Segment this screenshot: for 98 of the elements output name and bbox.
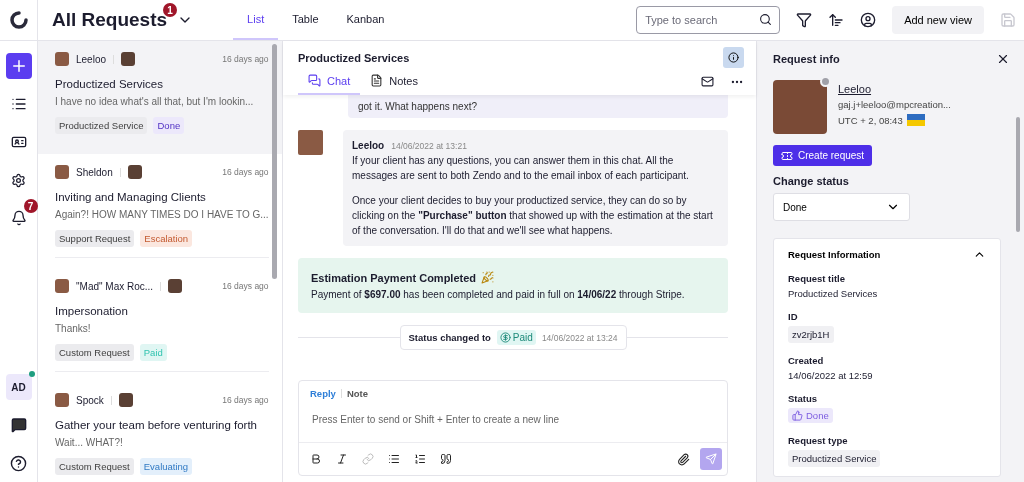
status-change-label: Status changed to [408, 332, 491, 343]
tag: Evaluating [139, 458, 193, 476]
numbered-list-icon[interactable] [414, 453, 426, 465]
field-value: Productized Services [788, 288, 879, 299]
request-title: Inviting and Managing Clients [55, 190, 207, 206]
contact-name-link[interactable]: Leeloo [838, 83, 951, 95]
author-name: Leeloo [352, 139, 385, 153]
italic-icon[interactable] [336, 453, 348, 465]
author-name: Spock [76, 394, 104, 406]
message-text: Once your client decides to buy your productized service, they can do so by clicking on the "Purchase" button that showed up with the estimation at the start of the conversation. I'll do that and we'll see what happens. [352, 195, 713, 236]
section-header[interactable]: Request Information [788, 248, 986, 261]
notice-title: Estimation Payment Completed [311, 271, 477, 284]
status-chip: Done [788, 408, 833, 423]
time-ago: 16 days ago [222, 281, 269, 292]
author-name: "Mad" Max Roc... [76, 280, 154, 292]
notice-text: Payment of $697.00 has been completed and paid in full on 14/06/22 through Stripe. [311, 289, 685, 300]
count-badge: 1 [163, 3, 178, 17]
document-icon [370, 74, 384, 87]
tag: Paid [139, 344, 167, 362]
info-icon [728, 52, 739, 63]
request-card[interactable]: Leeloo 16 days ago Productized Services I have no idea what's all that, but I'm lookin... Productized Service Done [38, 41, 282, 155]
field-label: Request type [788, 435, 849, 446]
composer-tab[interactable]: Reply [310, 388, 336, 399]
avatar [55, 393, 69, 408]
tag: Support Request [55, 230, 135, 248]
bold-icon[interactable] [310, 453, 322, 465]
composer-tab[interactable]: Note [346, 388, 368, 399]
status-change-time: 14/06/2022 at 13:24 [541, 332, 618, 343]
thumbs-up-icon [792, 410, 803, 421]
tag: Done [153, 117, 185, 135]
user-avatar[interactable]: AD [5, 374, 32, 400]
avatar [121, 52, 136, 66]
filter-icon[interactable] [796, 12, 813, 28]
view-tab[interactable]: Table [278, 0, 333, 40]
tag: Productized Service [55, 117, 148, 135]
logo-icon [9, 11, 28, 29]
party-icon [481, 271, 495, 284]
message-preview: Wait... WHAT?! [55, 437, 124, 449]
info-button[interactable] [723, 47, 744, 68]
quote-icon[interactable] [440, 453, 452, 465]
time-ago: 16 days ago [222, 395, 269, 406]
user-circle-icon[interactable] [860, 12, 877, 28]
add-view-button[interactable]: Add new view [892, 6, 984, 34]
contact-timezone: UTC + 2, 08:43 [838, 114, 903, 126]
tag: Escalation [140, 230, 193, 248]
author-name: Sheldon [76, 166, 113, 178]
send-icon [705, 453, 717, 465]
field-label: ID [788, 311, 799, 322]
time-ago: 16 days ago [222, 54, 269, 64]
message-text: If your client has any questions, you can answer them in this chat. All the messages are sent to both Zendo and to the email inbox of each participant. [352, 155, 689, 181]
field-label: Change status [773, 175, 850, 187]
request-title: Impersonation [55, 304, 129, 320]
notification-count: 7 [23, 199, 38, 213]
request-title: Gather your team before venturing forth [55, 418, 258, 434]
panel-title: Request info [773, 53, 840, 65]
request-title: Productized Services [55, 77, 165, 92]
contact-email: gaj.j+leeloo@mpcreation... [838, 99, 951, 110]
field-value: 14/06/2022 at 12:59 [788, 370, 874, 381]
sort-icon[interactable] [828, 12, 845, 28]
time-ago: 16 days ago [222, 167, 269, 178]
message-bubble: got it. What happens next? [348, 95, 728, 118]
mail-icon[interactable] [701, 75, 714, 88]
avatar [168, 279, 183, 294]
field-chip: zv2rjb1H [788, 326, 834, 343]
chat-title: Productized Services [298, 51, 410, 64]
tag: Custom Request [55, 344, 134, 362]
avatar [127, 165, 142, 180]
money-icon [499, 332, 511, 343]
status-select[interactable]: Done [773, 193, 910, 221]
field-label: Status [788, 393, 819, 404]
bullet-list-icon[interactable] [388, 453, 400, 465]
avatar [55, 165, 69, 180]
new-button[interactable] [5, 53, 32, 79]
ticket-icon [781, 149, 793, 162]
field-label: Request title [788, 273, 846, 284]
field-label: Created [788, 355, 825, 366]
author-name: Leeloo [76, 53, 107, 65]
presence-dot [820, 76, 831, 87]
message-time: 14/06/2022 at 13:21 [391, 140, 467, 153]
chat-bubbles-icon [308, 74, 321, 87]
tag: Custom Request [55, 458, 134, 476]
view-tab[interactable]: Kanban [332, 0, 399, 40]
avatar [298, 130, 323, 155]
search-field[interactable]: Type to search [636, 6, 781, 34]
message-preview: I have no idea what's all that, but I'm lookin... [55, 96, 255, 108]
close-icon[interactable] [996, 52, 1010, 66]
search-icon [759, 13, 773, 26]
flag-icon [906, 114, 925, 126]
avatar [55, 279, 69, 294]
avatar [118, 393, 133, 408]
avatar [55, 52, 69, 66]
chat-tab[interactable]: Notes [360, 68, 428, 95]
create-request-button[interactable]: Create request [773, 145, 873, 166]
field-chip: Productized Service [788, 450, 881, 467]
message-preview: Thanks! [55, 323, 92, 335]
status-chip: Paid [496, 330, 536, 345]
attach-icon[interactable] [677, 452, 690, 466]
message-preview: Again?! HOW MANY TIMES DO I HAVE TO G... [55, 209, 269, 221]
